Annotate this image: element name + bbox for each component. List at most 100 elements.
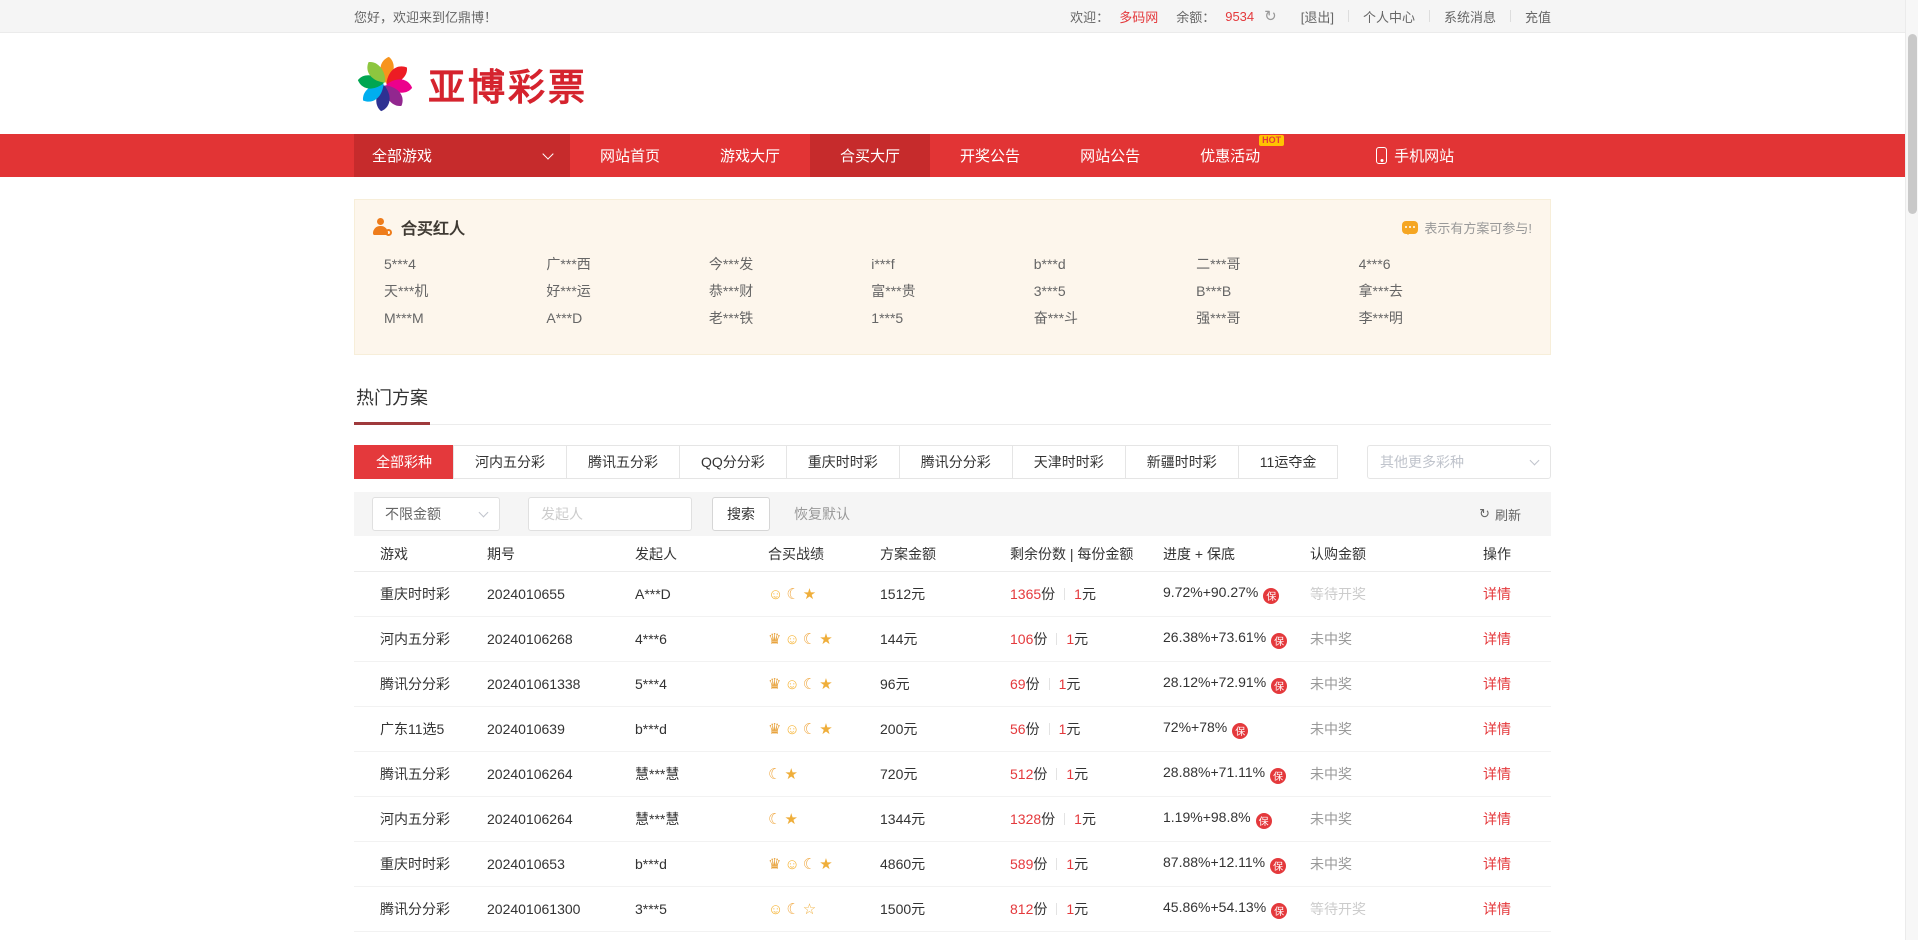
detail-link[interactable]: 详情 bbox=[1483, 854, 1525, 874]
chevron-down-icon bbox=[479, 508, 489, 518]
hot-user[interactable]: 李***明 bbox=[1359, 305, 1521, 332]
period-number: 202401061338 bbox=[487, 676, 635, 692]
amount-filter-value: 不限金额 bbox=[385, 504, 441, 524]
hot-user[interactable]: i***f bbox=[871, 251, 1033, 278]
initiator-search-input[interactable] bbox=[528, 497, 692, 531]
more-lotteries-dropdown[interactable]: 其他更多彩种 bbox=[1367, 445, 1551, 479]
divider bbox=[1049, 723, 1050, 735]
initiator-name: 慧***慧 bbox=[635, 809, 768, 829]
amount-filter-select[interactable]: 不限金额 bbox=[372, 497, 500, 531]
tab-5[interactable]: 重庆时时彩 bbox=[786, 445, 900, 479]
hot-user[interactable]: 二***哥 bbox=[1196, 251, 1358, 278]
game-name: 广东11选5 bbox=[380, 719, 487, 739]
period-number: 202401061300 bbox=[487, 901, 635, 917]
hot-user[interactable]: 5***4 bbox=[384, 251, 546, 278]
status-text: 未中奖 bbox=[1310, 719, 1483, 739]
hot-user[interactable]: b***d bbox=[1034, 251, 1196, 278]
hot-users-title: 合买红人 bbox=[401, 215, 465, 239]
hot-user[interactable]: 好***运 bbox=[546, 278, 708, 305]
nav-item-3[interactable]: 合买大厅 bbox=[810, 134, 930, 177]
refresh-label: 刷新 bbox=[1495, 505, 1521, 524]
hot-user[interactable]: B***B bbox=[1196, 278, 1358, 305]
period-number: 20240106264 bbox=[487, 766, 635, 782]
hot-user[interactable]: 拿***去 bbox=[1359, 278, 1521, 305]
hot-user[interactable]: 老***铁 bbox=[709, 305, 871, 332]
hot-user[interactable]: M***M bbox=[384, 305, 546, 332]
detail-link[interactable]: 详情 bbox=[1483, 584, 1525, 604]
game-name: 重庆时时彩 bbox=[380, 584, 487, 604]
table-row: 腾讯五分彩20240106264慧***慧☾★720元512份1元28.88%+… bbox=[354, 752, 1551, 797]
shares-count: 512 bbox=[1010, 766, 1033, 782]
scrollbar[interactable] bbox=[1905, 0, 1918, 940]
tab-4[interactable]: QQ分分彩 bbox=[679, 445, 787, 479]
detail-link[interactable]: 详情 bbox=[1483, 629, 1525, 649]
status-text: 未中奖 bbox=[1310, 809, 1483, 829]
table-row: 重庆时时彩2024010653b***d♛☺☾★4860元589份1元87.88… bbox=[354, 842, 1551, 887]
hot-user[interactable]: 4***6 bbox=[1359, 251, 1521, 278]
detail-link[interactable]: 详情 bbox=[1483, 809, 1525, 829]
all-games-dropdown[interactable]: 全部游戏 bbox=[354, 134, 570, 177]
table-row: 河内五分彩20240106264慧***慧☾★1344元1328份1元1.19%… bbox=[354, 797, 1551, 842]
nav-item-label: 网站公告 bbox=[1080, 145, 1140, 166]
topbar-link-充值[interactable]: 充值 bbox=[1525, 7, 1551, 26]
balance-refresh-icon[interactable]: ↻ bbox=[1264, 7, 1277, 25]
hot-user[interactable]: 1***5 bbox=[871, 305, 1033, 332]
achievement-badges: ☾★ bbox=[768, 766, 880, 782]
nav-item-2[interactable]: 游戏大厅 bbox=[690, 134, 810, 177]
hot-user[interactable]: A***D bbox=[546, 305, 708, 332]
refresh-button[interactable]: ↻ 刷新 bbox=[1479, 505, 1521, 524]
tab-2[interactable]: 河内五分彩 bbox=[453, 445, 567, 479]
detail-link[interactable]: 详情 bbox=[1483, 719, 1525, 739]
nav-item-6[interactable]: 优惠活动HOT bbox=[1170, 134, 1290, 177]
hot-user[interactable]: 奋***斗 bbox=[1034, 305, 1196, 332]
hot-user[interactable]: 天***机 bbox=[384, 278, 546, 305]
hot-user[interactable]: 广***西 bbox=[546, 251, 708, 278]
nav-item-label: 合买大厅 bbox=[840, 145, 900, 166]
hot-user[interactable]: 恭***财 bbox=[709, 278, 871, 305]
tab-7[interactable]: 天津时时彩 bbox=[1012, 445, 1126, 479]
scrollbar-thumb[interactable] bbox=[1908, 34, 1917, 214]
shares-unit: 份 bbox=[1033, 901, 1047, 917]
hot-user[interactable]: 今***发 bbox=[709, 251, 871, 278]
separator bbox=[1348, 10, 1349, 22]
search-button[interactable]: 搜索 bbox=[712, 497, 770, 531]
nav-item-label: 游戏大厅 bbox=[720, 145, 780, 166]
tab-3[interactable]: 腾讯五分彩 bbox=[566, 445, 680, 479]
game-name: 河内五分彩 bbox=[380, 629, 487, 649]
tab-1[interactable]: 全部彩种 bbox=[354, 445, 454, 479]
tab-6[interactable]: 腾讯分分彩 bbox=[899, 445, 1013, 479]
topbar-link-系统消息[interactable]: 系统消息 bbox=[1444, 7, 1496, 26]
tab-9[interactable]: 11运夺金 bbox=[1238, 445, 1339, 479]
logout-link[interactable]: [退出] bbox=[1301, 7, 1334, 26]
nav-item-label: 优惠活动 bbox=[1200, 145, 1260, 166]
hot-user[interactable]: 富***贵 bbox=[871, 278, 1033, 305]
topbar-link-个人中心[interactable]: 个人中心 bbox=[1363, 7, 1415, 26]
hot-user[interactable]: 强***哥 bbox=[1196, 305, 1358, 332]
shares-cell: 1328份1元 bbox=[1010, 809, 1163, 829]
hot-user[interactable]: 3***5 bbox=[1034, 278, 1196, 305]
table-row: 重庆时时彩2024010655A***D☺☾★1512元1365份1元9.72%… bbox=[354, 572, 1551, 617]
smiley-icon: ☺ bbox=[784, 676, 799, 693]
shares-cell: 56份1元 bbox=[1010, 719, 1163, 739]
detail-link[interactable]: 详情 bbox=[1483, 674, 1525, 694]
tab-8[interactable]: 新疆时时彩 bbox=[1125, 445, 1239, 479]
main-nav: 全部游戏 网站首页 游戏大厅 合买大厅 开奖公告 网站公告 优惠活动HOT 手机网站 bbox=[0, 134, 1905, 177]
nav-item-7[interactable]: 手机网站 bbox=[1346, 134, 1484, 177]
divider bbox=[1056, 903, 1057, 915]
detail-link[interactable]: 详情 bbox=[1483, 899, 1525, 919]
nav-item-5[interactable]: 网站公告 bbox=[1050, 134, 1170, 177]
initiator-name: 慧***慧 bbox=[635, 764, 768, 784]
nav-item-4[interactable]: 开奖公告 bbox=[930, 134, 1050, 177]
table-row: 河内五分彩202401062684***6♛☺☾★144元106份1元26.38… bbox=[354, 617, 1551, 662]
period-number: 2024010655 bbox=[487, 586, 635, 602]
nav-item-1[interactable]: 网站首页 bbox=[570, 134, 690, 177]
shares-cell: 812份1元 bbox=[1010, 899, 1163, 919]
detail-link[interactable]: 详情 bbox=[1483, 764, 1525, 784]
crown-icon: ♛ bbox=[768, 676, 781, 693]
plan-amount: 1500元 bbox=[880, 899, 1010, 919]
reset-default-link[interactable]: 恢复默认 bbox=[794, 504, 850, 524]
plan-amount: 96元 bbox=[880, 674, 1010, 694]
status-text: 等待开奖 bbox=[1310, 584, 1483, 604]
progress-cell: 26.38%+73.61%保 bbox=[1163, 629, 1310, 649]
site-logo[interactable]: 亚博彩票 bbox=[354, 53, 588, 115]
